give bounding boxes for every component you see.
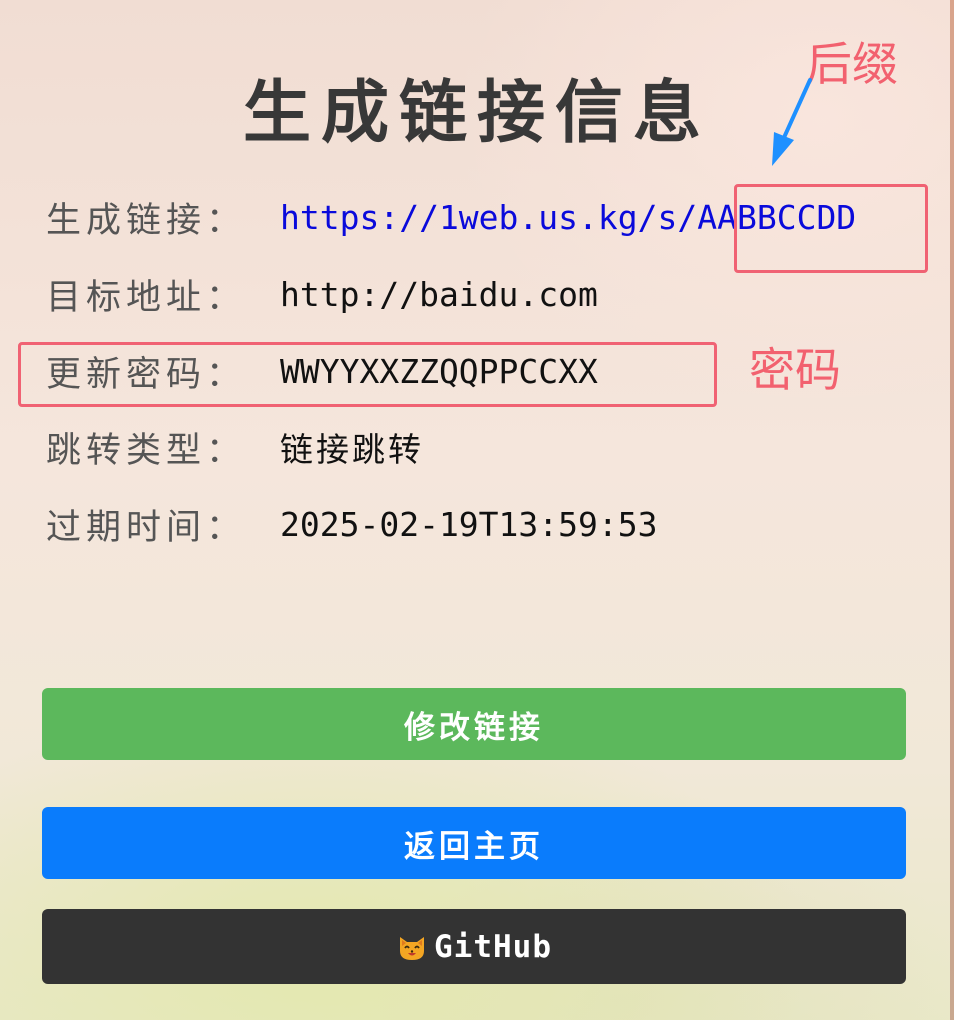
cat-face-icon [396, 931, 428, 963]
generated-link-prefix: https://1web.us.kg/s/ [280, 197, 698, 237]
info-row-target-url: 目标地址： http://baidu.com [46, 266, 598, 322]
edit-link-button[interactable]: 修改链接 [42, 688, 906, 760]
target-url-value: http://baidu.com [280, 274, 598, 314]
password-highlight-box [18, 342, 717, 407]
edit-link-button-label: 修改链接 [404, 709, 544, 746]
info-row-expire-time: 过期时间： 2025-02-19T13:59:53 [46, 496, 658, 552]
github-button[interactable]: GitHub [42, 909, 906, 984]
suffix-highlight-box [734, 184, 928, 273]
password-annotation: 密码 [749, 343, 841, 397]
expire-time-value: 2025-02-19T13:59:53 [280, 504, 658, 544]
redirect-type-value: 链接跳转 [280, 430, 424, 469]
redirect-type-label: 跳转类型： [46, 430, 247, 471]
back-home-button-label: 返回主页 [404, 828, 544, 865]
target-url-label: 目标地址： [46, 277, 247, 318]
generated-link-label: 生成链接： [46, 200, 247, 241]
github-button-label: GitHub [434, 928, 552, 965]
expire-time-label: 过期时间： [46, 507, 247, 548]
arrow-icon [772, 78, 812, 166]
back-home-button[interactable]: 返回主页 [42, 807, 906, 879]
info-row-redirect-type: 跳转类型： 链接跳转 [46, 419, 424, 475]
